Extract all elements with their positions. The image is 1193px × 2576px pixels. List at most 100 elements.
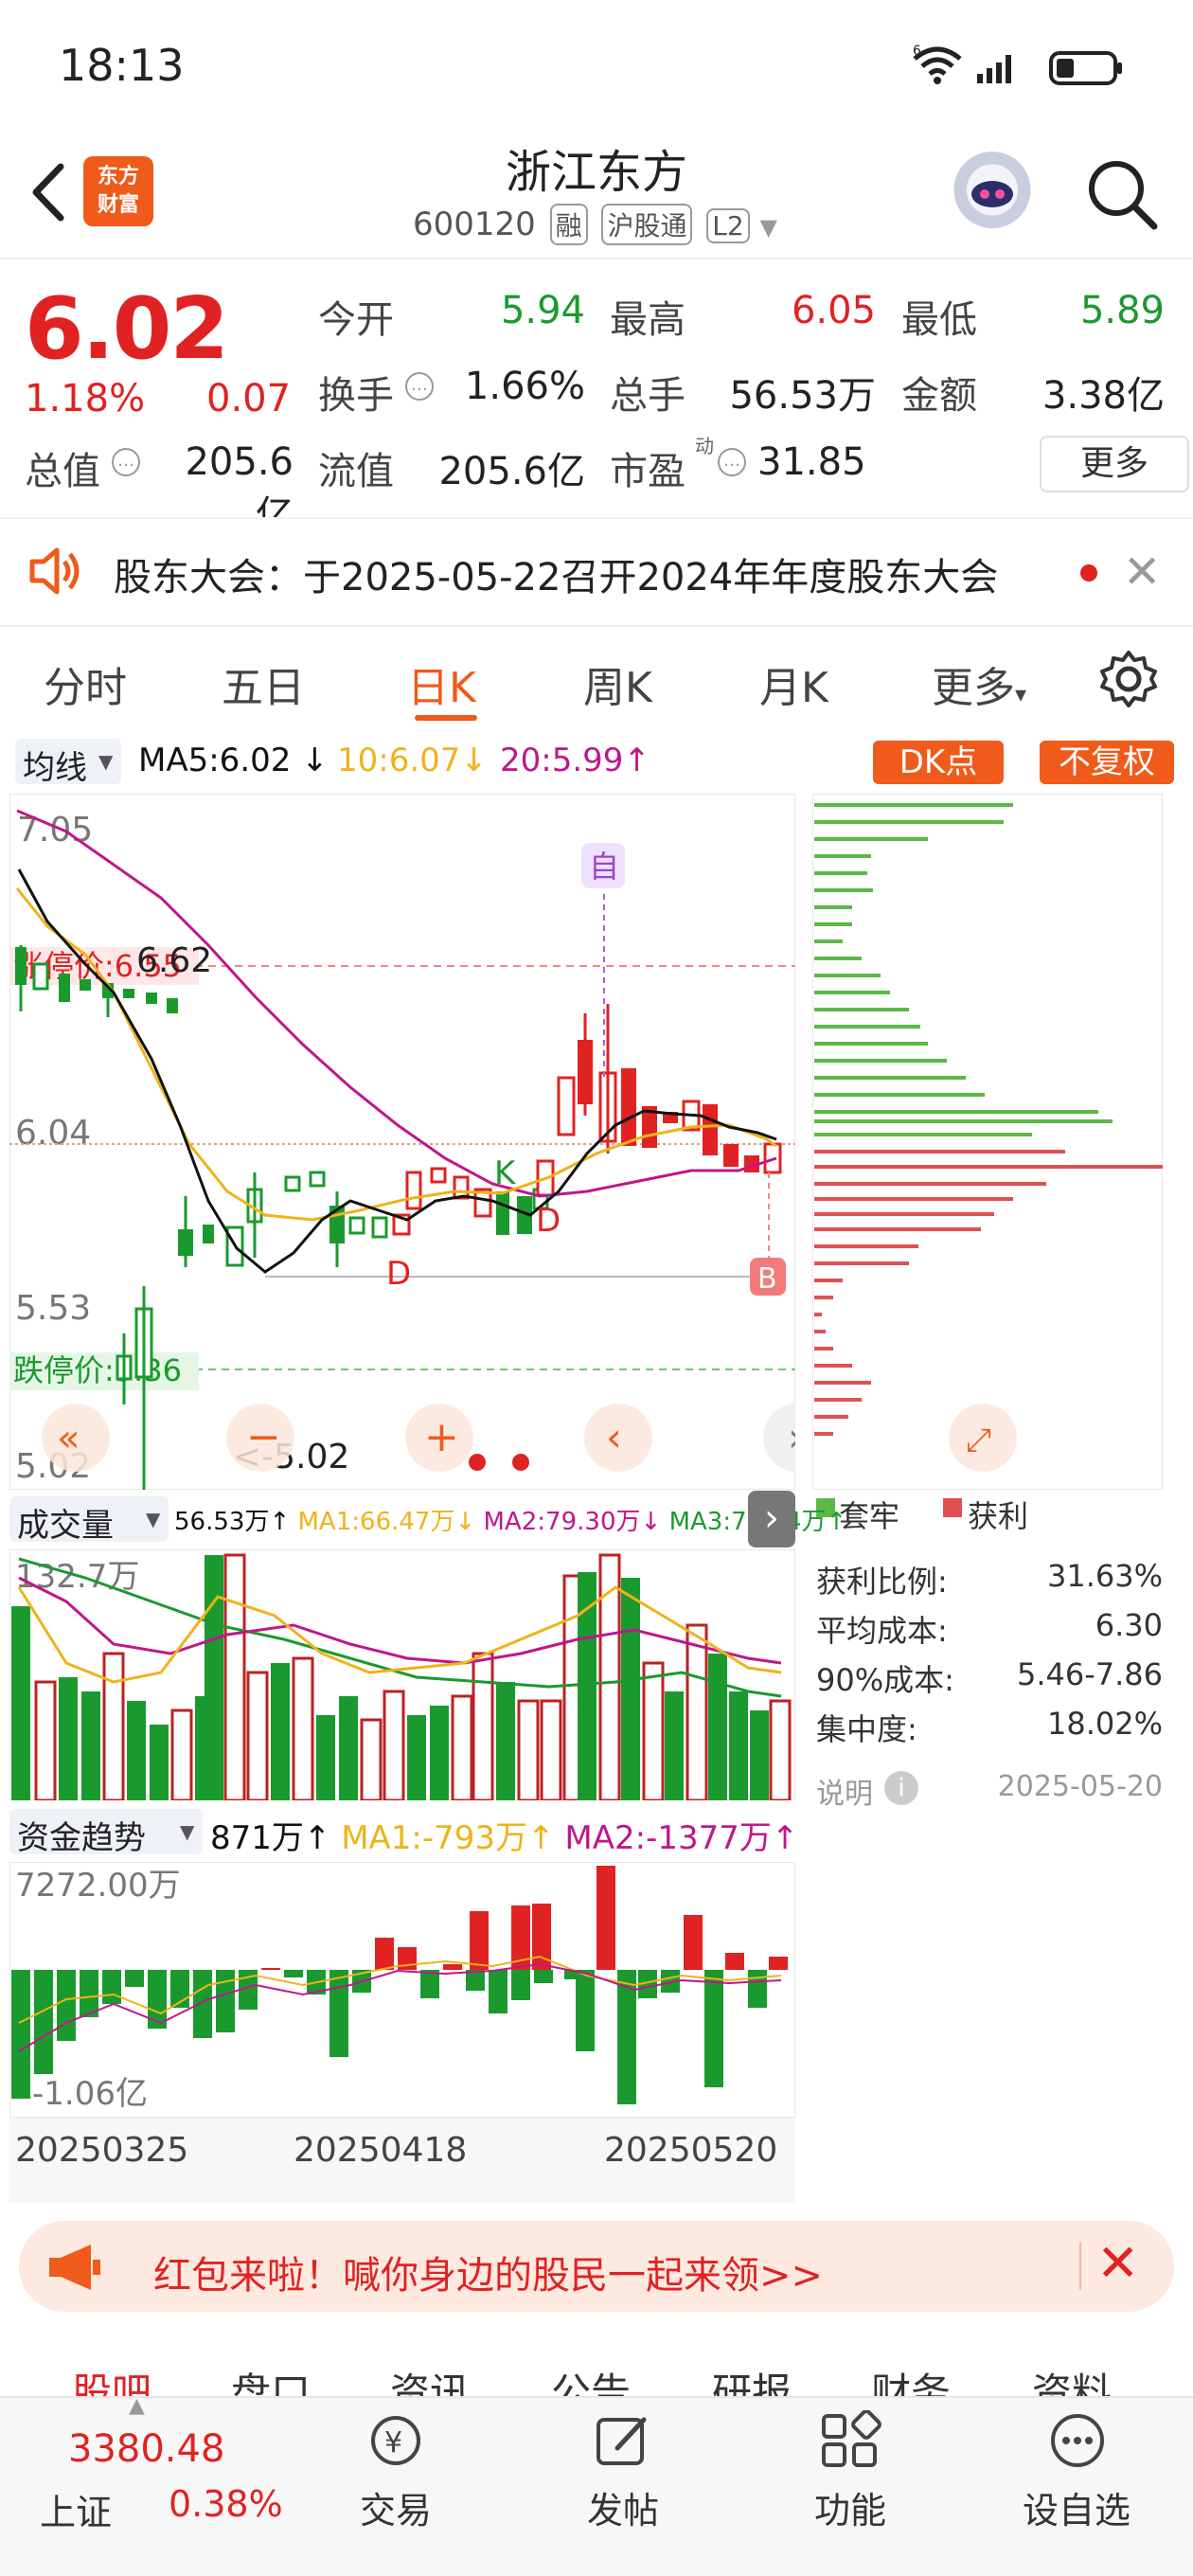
turnover-label: 换手 [318, 374, 394, 418]
chip-note-label[interactable]: 说明 [816, 1770, 873, 1812]
volume-ma2: MA2:79.30万 [483, 1508, 641, 1536]
nav-add-watchlist-label[interactable]: 设自选 [1023, 2481, 1131, 2533]
fund-selector-label: 资金趋势 [17, 1819, 146, 1857]
dk-point-button[interactable]: DK点 [873, 741, 1004, 784]
pe-label: 市盈 [610, 450, 686, 493]
chip-distribution-chart[interactable]: ⤢ [812, 794, 1163, 1490]
volume-current: 56.53万 [174, 1508, 270, 1536]
gear-icon[interactable] [1098, 649, 1159, 709]
tab-intraday[interactable]: 分时 [44, 653, 127, 714]
tab-daily-k[interactable]: 日K [407, 653, 476, 714]
zoom-in-icon: + [424, 1413, 459, 1461]
volume-label: 总手 [610, 374, 686, 418]
ma10-label: 10:6.07 [337, 742, 461, 779]
pe-value: 31.85 [757, 440, 866, 484]
fund-ma1: MA1:-793万 [341, 1819, 528, 1857]
legend-profit-swatch [943, 1498, 962, 1517]
info-icon[interactable]: … [112, 448, 140, 476]
limit-down-label: 跌停价:5.36 [13, 1352, 182, 1388]
tag-level2: L2 [706, 208, 750, 243]
tab-weekly-k[interactable]: 周K [583, 653, 652, 714]
index-percent[interactable]: 0.38% [169, 2483, 283, 2525]
grid-icon [822, 2409, 881, 2467]
chip-label-concentration: 集中度: [816, 1711, 917, 1747]
nav-functions-label[interactable]: 功能 [814, 2481, 886, 2533]
volume-selector[interactable]: 成交量 ▼ [9, 1496, 169, 1545]
svg-text:¥: ¥ [384, 2426, 402, 2460]
marker-k: K [494, 1154, 517, 1192]
tag-connect: 沪股通 [601, 204, 693, 245]
expand-panel-button[interactable]: › [748, 1491, 795, 1547]
nav-trade[interactable]: ¥ [358, 2410, 434, 2475]
nav-post-label[interactable]: 发帖 [587, 2481, 659, 2533]
ma20-label: 20:5.99 [500, 742, 624, 779]
open-label: 今开 [318, 298, 394, 342]
chip-value-profit-ratio: 31.63% [1046, 1558, 1163, 1594]
notice-text[interactable]: 股东大会：于2025-05-22召开2024年年度股东大会 [114, 546, 998, 601]
fund-selector[interactable]: 资金趋势 ▼ [9, 1809, 203, 1857]
ma20-value: 20:5.99↑ [500, 742, 650, 779]
volume-ma1: MA1:66.47万 [297, 1508, 455, 1536]
megaphone-icon [49, 2245, 100, 2290]
x-tick-1: 20250325 [15, 2131, 189, 2170]
ma-selector-label: 均线 [23, 749, 87, 787]
pe-sup: 动 [695, 435, 714, 457]
index-value[interactable]: 3380.48 [68, 2427, 224, 2471]
more-quote-button[interactable]: 更多 [1040, 436, 1189, 492]
search-icon[interactable] [1084, 156, 1160, 232]
notice-divider [0, 625, 1193, 627]
change-amount: 0.07 [206, 377, 292, 420]
float-value-label: 流值 [318, 450, 394, 493]
assistant-robot-icon[interactable] [950, 152, 1035, 237]
chevron-down-icon[interactable]: ▼ [760, 214, 777, 241]
chip-label-profit-ratio: 获利比例: [816, 1564, 948, 1600]
marker-d2: D [536, 1202, 561, 1240]
volume-indicators: 56.53万↑ MA1:66.47万↓ MA2:79.30万↓ MA3:75.9… [174, 1508, 847, 1536]
nav-post[interactable] [585, 2410, 661, 2475]
chip-value-avg-cost: 6.30 [1095, 1607, 1163, 1643]
caret-down-icon: ▼ [98, 750, 114, 773]
caret-up-icon: ▲ [129, 2394, 145, 2418]
open-value: 5.94 [500, 289, 585, 332]
legend-profit-label: 获利 [968, 1498, 1029, 1534]
index-name[interactable]: 上证 [40, 2483, 112, 2535]
ma-selector[interactable]: 均线 ▼ [15, 739, 121, 787]
nav-functions[interactable] [812, 2409, 888, 2475]
info-icon[interactable]: i [884, 1771, 918, 1805]
ma10-value: 10:6.07↓ [337, 742, 488, 779]
speaker-icon [29, 547, 80, 595]
fund-ma2: MA2:-1377万 [564, 1819, 772, 1857]
more-dots-icon [1051, 2414, 1104, 2467]
marker-b: B [757, 1262, 777, 1296]
low-value: 5.89 [1079, 289, 1165, 332]
unread-dot [1080, 564, 1097, 581]
high-value: 6.05 [791, 289, 876, 332]
high-label: 最高 [610, 298, 686, 342]
battery-icon [1049, 51, 1122, 85]
tab-monthly-k[interactable]: 月K [759, 653, 828, 714]
fund-chart: 7272.00万 -1.06亿 [9, 1862, 795, 2118]
nav-add-watchlist[interactable] [1040, 2410, 1115, 2475]
tab-more[interactable]: 更多▾ [932, 653, 1026, 714]
tab-five-day[interactable]: 五日 [222, 653, 305, 714]
info-icon[interactable]: … [718, 448, 746, 476]
legend-trapped-label: 套牢 [839, 1498, 900, 1534]
nav-trade-label[interactable]: 交易 [360, 2481, 432, 2533]
low-label: 最低 [901, 298, 977, 342]
volume-chart: 132.7万 [9, 1549, 795, 1800]
volume-value: 56.53万 [729, 374, 876, 418]
adjust-button[interactable]: 不复权 [1040, 741, 1174, 784]
ma5-label: MA5:6.02 [138, 742, 292, 779]
y-label-low: 5.53 [15, 1289, 91, 1328]
marker-zi: 自 [589, 849, 619, 885]
promo-banner-text[interactable]: 红包来啦！喊你身边的股民一起来领>> [153, 2245, 823, 2299]
status-bar: 18:13 6 [0, 0, 1193, 133]
close-icon[interactable]: ✕ [1123, 546, 1161, 599]
x-tick-2: 20250418 [294, 2131, 468, 2170]
caret-down-icon: ▼ [180, 1820, 195, 1843]
close-icon[interactable]: ✕ [1096, 2233, 1139, 2293]
kline-chart[interactable]: 7.05 6.04 5.53 5.02 涨停价:6.55 跌停价:5.36 6.… [9, 794, 795, 1490]
chip-label-avg-cost: 平均成本: [816, 1613, 948, 1649]
info-icon[interactable]: … [405, 372, 434, 401]
expand-icon: ⤢ [966, 1422, 991, 1459]
